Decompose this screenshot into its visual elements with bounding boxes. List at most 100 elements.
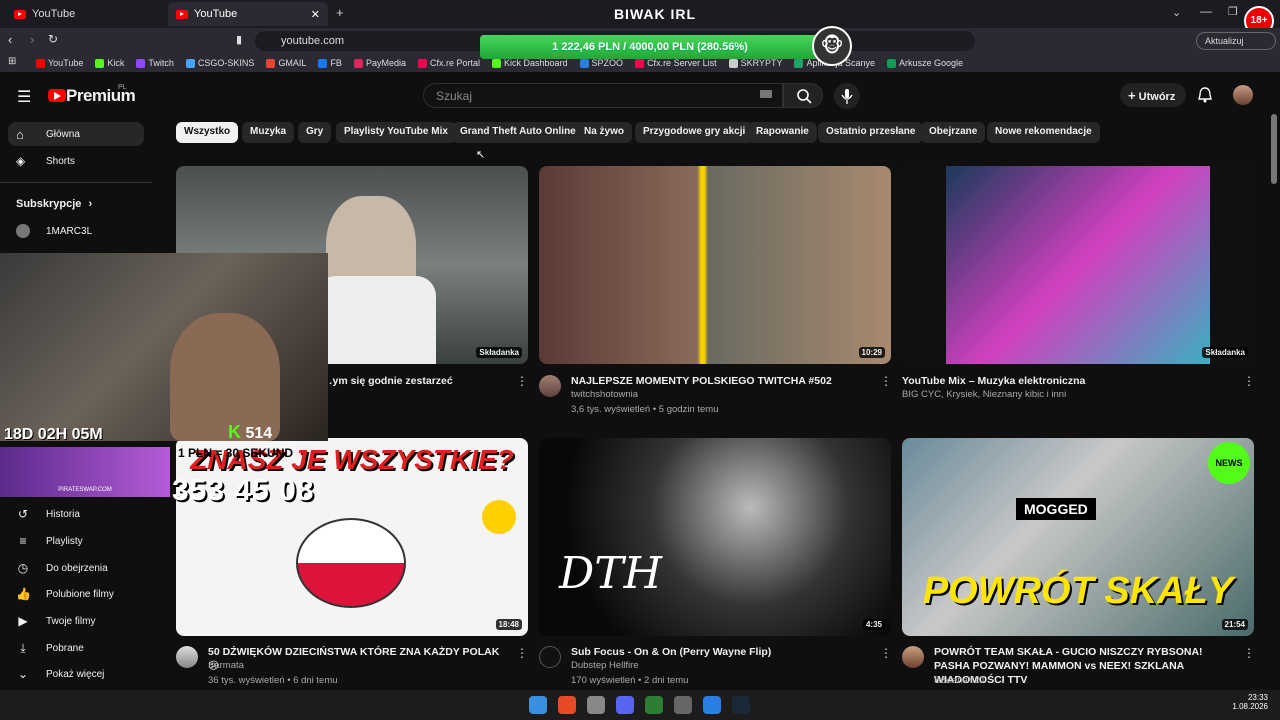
more-options-icon[interactable]: ⋮ bbox=[1243, 374, 1255, 388]
video-title[interactable]: …ym się godnie zestarzeć bbox=[322, 374, 512, 388]
video-thumbnail[interactable]: 10:29 bbox=[539, 166, 891, 364]
filter-chip[interactable]: Muzyka bbox=[242, 122, 295, 143]
browser-tab-active[interactable]: YouTube ✕ bbox=[168, 2, 328, 26]
more-options-icon[interactable]: ⋮ bbox=[880, 374, 892, 388]
discord-icon[interactable] bbox=[616, 696, 634, 714]
reload-icon[interactable]: ↻ bbox=[48, 32, 58, 46]
search-icon bbox=[797, 89, 812, 104]
poland-ball-icon bbox=[296, 518, 406, 608]
browser-tab[interactable]: YouTube bbox=[6, 2, 164, 26]
filter-chip[interactable]: Wszystko bbox=[176, 122, 239, 143]
filter-chip[interactable]: Gry bbox=[298, 122, 332, 143]
close-tab-icon[interactable]: ✕ bbox=[311, 8, 320, 21]
create-button[interactable]: + Utwórz bbox=[1120, 83, 1186, 107]
sidebar-item-label: Playlisty bbox=[46, 535, 83, 547]
video-title[interactable]: YouTube Mix – Muzyka elektroniczna bbox=[902, 374, 1232, 388]
avatar[interactable] bbox=[1233, 85, 1253, 105]
bookmark-item[interactable]: SPZOO bbox=[579, 58, 623, 68]
thumbnail-logo-text: DTH bbox=[559, 548, 662, 599]
bookmark-item[interactable]: GMAIL bbox=[266, 58, 306, 68]
sidebar-item-shorts[interactable]: ◈ Shorts bbox=[8, 149, 144, 173]
channel-name[interactable]: twitchshotownia bbox=[571, 388, 638, 402]
channel-name[interactable]: SzklanaY2J bbox=[934, 674, 984, 688]
search-input[interactable]: Szukaj bbox=[423, 83, 783, 108]
forward-icon[interactable]: › bbox=[30, 32, 34, 47]
filter-chip[interactable]: Na żywo bbox=[576, 122, 633, 143]
sidebar-item-home[interactable]: ⌂ Główna bbox=[8, 122, 144, 146]
channel-name[interactable]: Sarmata bbox=[208, 659, 244, 673]
notifications-bell-icon[interactable] bbox=[1196, 86, 1214, 104]
sidebar-item-download[interactable]: ⤓ Pobrane bbox=[8, 636, 144, 660]
keyboard-icon[interactable] bbox=[760, 90, 772, 98]
more-options-icon[interactable]: ⋮ bbox=[1243, 646, 1255, 660]
filter-chip[interactable]: Rapowanie bbox=[748, 122, 817, 143]
video-title[interactable]: 50 DŹWIĘKÓW DZIECIŃSTWA KTÓRE ZNA KAŻDY … bbox=[208, 645, 508, 673]
video-meta: 170 wyświetleń • 2 dni temu bbox=[571, 675, 689, 686]
bookmark-item[interactable]: Arkusze Google bbox=[887, 58, 963, 68]
update-button[interactable]: Aktualizuj bbox=[1196, 32, 1276, 50]
channel-avatar[interactable] bbox=[539, 375, 561, 397]
subscriptions-heading[interactable]: Subskrypcje › bbox=[16, 198, 92, 210]
sidebar-item-chevron-down[interactable]: ⌄ Pokaż więcej bbox=[8, 662, 144, 686]
bookmark-item[interactable]: Twitch bbox=[136, 58, 174, 68]
new-tab-icon[interactable]: + bbox=[336, 5, 344, 20]
channel-avatar[interactable] bbox=[539, 646, 561, 668]
tab-list-icon[interactable]: ⌄ bbox=[1172, 6, 1181, 19]
bookmark-item[interactable]: YouTube bbox=[36, 58, 83, 68]
back-icon[interactable]: ‹ bbox=[8, 32, 12, 47]
terminal-icon[interactable] bbox=[645, 696, 663, 714]
video-title[interactable]: Sub Focus - On & On (Perry Wayne Flip) bbox=[571, 645, 871, 659]
sidebar-item-subscription[interactable]: 1MARC3L bbox=[8, 219, 144, 243]
filter-chip[interactable]: Ostatnio przesłane bbox=[818, 122, 924, 143]
bookmark-item[interactable]: CSGO-SKINS bbox=[185, 58, 254, 68]
video-thumbnail[interactable]: ZNASZ JE WSZYSTKIE? 18:48 bbox=[176, 438, 528, 636]
vscode-icon[interactable] bbox=[703, 696, 721, 714]
bookmark-item[interactable]: PayMedia bbox=[353, 58, 406, 68]
search-button[interactable] bbox=[783, 83, 823, 108]
filter-chip[interactable]: Obejrzane bbox=[921, 122, 986, 143]
bookmark-item[interactable]: Cfx.re Portal bbox=[417, 58, 480, 68]
video-thumbnail[interactable]: DTH 4:35 bbox=[539, 438, 891, 636]
video-thumbnail[interactable]: Składanka bbox=[902, 166, 1254, 364]
bookmark-item[interactable]: Cfx.re Server List bbox=[635, 58, 717, 68]
sidebar-item-playlist[interactable]: ≡ Playlisty bbox=[8, 529, 144, 553]
bookmark-item[interactable]: Kick bbox=[95, 58, 124, 68]
sidebar-item-watch-later[interactable]: ◷ Do obejrzenia bbox=[8, 556, 144, 580]
stream-title: BIWAK IRL bbox=[613, 6, 697, 22]
start-icon[interactable] bbox=[529, 696, 547, 714]
filter-chip[interactable]: Playlisty YouTube Mix bbox=[336, 122, 456, 143]
scrollbar-thumb[interactable] bbox=[1271, 114, 1277, 184]
sidebar-item-history[interactable]: ↺ Historia bbox=[8, 502, 144, 526]
channel-avatar[interactable] bbox=[902, 646, 924, 668]
channel-name[interactable]: Dubstep Hellfire bbox=[571, 659, 639, 673]
voice-search-button[interactable] bbox=[834, 83, 860, 109]
video-thumbnail[interactable]: MOGGED POWRÓT SKAŁY NEWS 21:54 bbox=[902, 438, 1254, 636]
bookmark-icon[interactable]: ▮ bbox=[236, 33, 242, 46]
steam-icon[interactable] bbox=[732, 696, 750, 714]
filter-chip[interactable]: Grand Theft Auto Online bbox=[452, 122, 584, 143]
sidebar-item-video[interactable]: ▶ Twoje filmy bbox=[8, 609, 144, 633]
filter-chip[interactable]: Nowe rekomendacje bbox=[987, 122, 1100, 143]
menu-icon[interactable]: ☰ bbox=[17, 87, 31, 107]
more-options-icon[interactable]: ⋮ bbox=[516, 646, 528, 660]
app-icon[interactable] bbox=[674, 696, 692, 714]
more-options-icon[interactable]: ⋮ bbox=[516, 374, 528, 388]
tab-label: YouTube bbox=[32, 8, 76, 20]
video-icon: ▶ bbox=[18, 614, 28, 628]
minimize-icon[interactable]: — bbox=[1200, 4, 1212, 18]
bookmark-item[interactable]: FB bbox=[318, 58, 342, 68]
brave-icon[interactable] bbox=[558, 696, 576, 714]
maximize-icon[interactable]: ❐ bbox=[1228, 5, 1238, 18]
video-title[interactable]: NAJLEPSZE MOMENTY POLSKIEGO TWITCHA #502 bbox=[571, 374, 871, 388]
apps-grid-icon[interactable]: ⊞ bbox=[8, 56, 16, 67]
obs-icon[interactable] bbox=[587, 696, 605, 714]
channel-avatar[interactable] bbox=[176, 646, 198, 668]
bookmark-item[interactable]: Kick Dashboard bbox=[492, 58, 568, 68]
sidebar-item-like[interactable]: 👍 Polubione filmy bbox=[8, 582, 144, 606]
clock[interactable]: 23:33 1.08.2026 bbox=[1232, 693, 1268, 711]
bookmark-item[interactable]: SKRYPTY bbox=[728, 58, 782, 68]
filter-chip[interactable]: Przygodowe gry akcji bbox=[635, 122, 754, 143]
more-options-icon[interactable]: ⋮ bbox=[880, 646, 892, 660]
watch-later-icon: ◷ bbox=[17, 561, 29, 575]
bookmark-label: Kick Dashboard bbox=[504, 58, 568, 68]
